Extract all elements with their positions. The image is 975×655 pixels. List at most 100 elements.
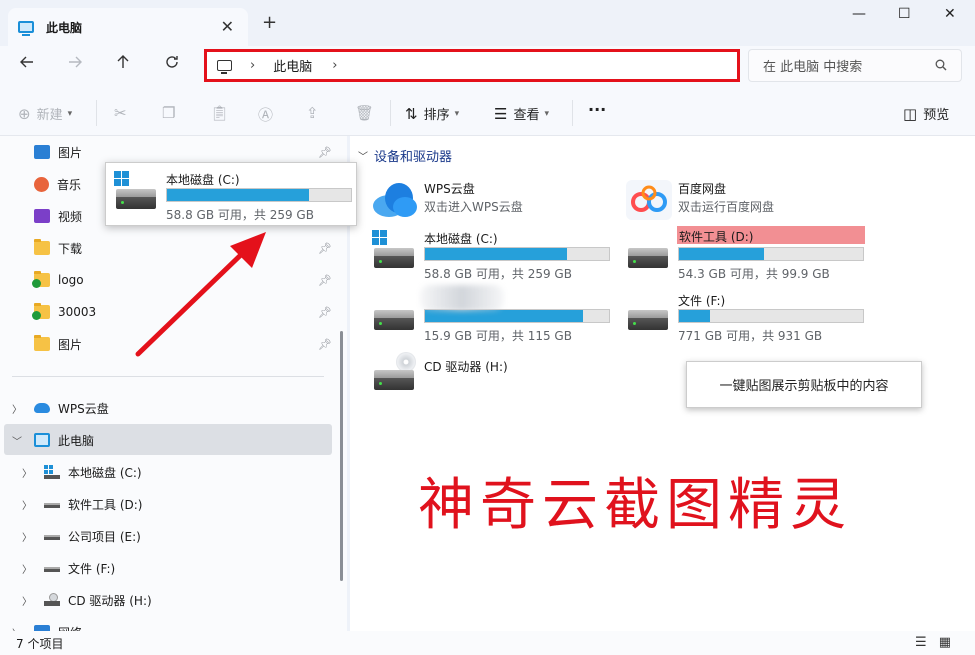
drive-c-item[interactable]: 本地磁盘 (C:) 58.8 GB 可用，共 259 GB xyxy=(372,226,622,281)
hard-drive-icon xyxy=(626,230,672,270)
back-button[interactable] xyxy=(19,54,35,75)
copy-button[interactable]: ❐ xyxy=(162,104,181,122)
rename-icon: Ⓐ xyxy=(258,106,274,124)
chevron-right-icon[interactable]: 〉 xyxy=(22,529,32,544)
share-button[interactable]: ⇪ xyxy=(306,104,325,122)
toolbar-divider xyxy=(572,100,573,126)
drive-f-item[interactable]: 文件 (F:) 771 GB 可用，共 931 GB xyxy=(626,288,876,343)
close-button[interactable]: ✕ xyxy=(944,6,956,22)
search-input[interactable]: 在 此电脑 中搜索 xyxy=(748,49,962,82)
computer-icon xyxy=(34,433,50,447)
baidu-netdisk-item[interactable]: 百度网盘 双击运行百度网盘 xyxy=(626,176,876,230)
pinned-snapshot-popup[interactable]: 本地磁盘 (C:) 58.8 GB 可用，共 259 GB xyxy=(105,162,357,226)
tab-close-button[interactable]: ✕ xyxy=(221,17,234,36)
pin-icon[interactable]: 📌︎ xyxy=(318,306,332,319)
sidebar-item-drive-e[interactable]: 公司项目 (E:) xyxy=(44,522,141,550)
up-arrow-icon xyxy=(117,55,129,68)
pin-icon[interactable]: 📌︎ xyxy=(318,146,332,159)
sidebar-item-pictures[interactable]: 图片 xyxy=(34,138,82,166)
sidebar-item-wps-cloud[interactable]: WPS云盘 xyxy=(34,394,109,422)
search-icon xyxy=(935,59,947,74)
sidebar-item-music[interactable]: 音乐 xyxy=(34,170,81,198)
chevron-down-icon: ▾ xyxy=(454,108,460,119)
folder-check-icon xyxy=(32,303,50,320)
forward-button[interactable] xyxy=(67,54,83,75)
cd-drive-name: CD 驱动器 (H:) xyxy=(424,360,508,374)
drive-icon xyxy=(44,561,60,575)
sidebar-item-30003[interactable]: 30003 xyxy=(32,298,96,326)
rename-button[interactable]: Ⓐ xyxy=(258,104,279,125)
drive-icon xyxy=(44,465,60,479)
hard-drive-icon xyxy=(372,230,418,270)
chevron-down-icon: ▾ xyxy=(544,108,549,119)
pin-icon[interactable]: 📌︎ xyxy=(318,274,332,287)
pin-icon[interactable]: 📌︎ xyxy=(318,242,332,255)
details-view-icon[interactable]: ☰ xyxy=(915,635,939,650)
drive-name: 本地磁盘 (C:) xyxy=(424,232,498,246)
breadcrumb-this-pc[interactable]: 此电脑 xyxy=(273,56,312,75)
drive-icon xyxy=(44,529,60,543)
address-bar[interactable]: › 此电脑 › xyxy=(204,49,740,82)
view-list-icon: ☰ xyxy=(494,104,508,123)
trash-icon: 🗑︎ xyxy=(355,104,375,122)
minimize-button[interactable]: — xyxy=(852,6,866,22)
chevron-down-icon[interactable]: ﹀ xyxy=(12,433,22,448)
cd-drive-item[interactable]: CD 驱动器 (H:) xyxy=(372,348,622,402)
chevron-right-icon[interactable]: 〉 xyxy=(22,593,32,608)
tab-title: 此电脑 xyxy=(46,20,83,35)
sidebar-item-downloads[interactable]: 下载 xyxy=(34,234,82,262)
chevron-right-icon[interactable]: 〉 xyxy=(12,401,22,416)
pictures-icon xyxy=(34,145,50,159)
delete-button[interactable]: 🗑︎ xyxy=(355,104,380,122)
refresh-button[interactable] xyxy=(164,54,180,75)
new-button[interactable]: ⊕ 新建 ▾ xyxy=(18,104,72,124)
tiles-view-icon[interactable]: ▦ xyxy=(939,635,963,650)
breadcrumb-chevron-icon[interactable]: › xyxy=(250,58,255,73)
new-tab-button[interactable]: + xyxy=(262,12,277,33)
sidebar-item-logo[interactable]: logo xyxy=(32,266,84,294)
tab-this-pc[interactable]: 此电脑 ✕ xyxy=(8,8,248,46)
sidebar-item-cd-drive[interactable]: CD 驱动器 (H:) xyxy=(44,586,152,614)
hard-drive-icon xyxy=(114,171,160,211)
sidebar-item-drive-d[interactable]: 软件工具 (D:) xyxy=(44,490,142,518)
cd-icon xyxy=(44,593,60,607)
baidu-netdisk-name: 百度网盘 xyxy=(678,182,727,196)
drive-usage-fill xyxy=(679,310,711,322)
wps-cloud-desc: 双击进入WPS云盘 xyxy=(424,200,523,214)
pin-icon[interactable]: 📌︎ xyxy=(318,338,332,351)
computer-icon xyxy=(18,21,34,36)
chevron-right-icon[interactable]: 〉 xyxy=(22,497,32,512)
baidu-netdisk-icon xyxy=(626,180,672,220)
sidebar-scrollbar[interactable] xyxy=(340,331,343,581)
back-arrow-icon xyxy=(20,56,33,68)
preview-pane-icon: ◫ xyxy=(903,104,918,123)
chevron-right-icon[interactable]: 〉 xyxy=(22,465,32,480)
drive-d-item[interactable]: 软件工具 (D:) 54.3 GB 可用，共 99.9 GB xyxy=(626,226,876,281)
sidebar-item-this-pc[interactable]: 此电脑 xyxy=(34,426,94,454)
paste-button[interactable]: 📋︎ xyxy=(210,104,235,122)
sidebar-item-drive-f[interactable]: 文件 (F:) xyxy=(44,554,115,582)
item-count: 7 个项目 xyxy=(16,636,64,651)
chevron-right-icon[interactable]: 〉 xyxy=(22,561,32,576)
preview-pane-button[interactable]: ◫ 预览 xyxy=(903,104,949,124)
maximize-button[interactable]: ☐ xyxy=(898,6,911,22)
group-header-devices[interactable]: ﹀ 设备和驱动器 xyxy=(358,146,452,165)
sidebar-item-pictures-folder[interactable]: 图片 xyxy=(34,330,82,358)
view-button[interactable]: ☰ 查看 ▾ xyxy=(494,104,549,124)
video-icon xyxy=(34,209,50,223)
toolbar-divider xyxy=(390,100,391,126)
view-toggle: ☰▦ xyxy=(915,635,963,650)
sidebar-item-videos[interactable]: 视频 xyxy=(34,202,82,230)
breadcrumb-chevron-icon[interactable]: › xyxy=(332,58,337,73)
up-button[interactable] xyxy=(115,54,131,75)
cd-drive-icon xyxy=(372,352,418,392)
drive-space-info: 54.3 GB 可用，共 99.9 GB xyxy=(678,267,830,281)
wps-cloud-item[interactable]: WPS云盘 双击进入WPS云盘 xyxy=(372,176,622,230)
cut-button[interactable]: ✂ xyxy=(114,104,133,122)
sidebar-item-network[interactable]: 网络 xyxy=(34,618,82,631)
toolbar-divider xyxy=(96,100,97,126)
folder-icon xyxy=(34,239,50,255)
more-options-button[interactable]: ··· xyxy=(588,100,606,119)
sidebar-item-drive-c[interactable]: 本地磁盘 (C:) xyxy=(44,458,142,486)
sort-button[interactable]: ⇅ 排序 ▾ xyxy=(405,104,460,124)
